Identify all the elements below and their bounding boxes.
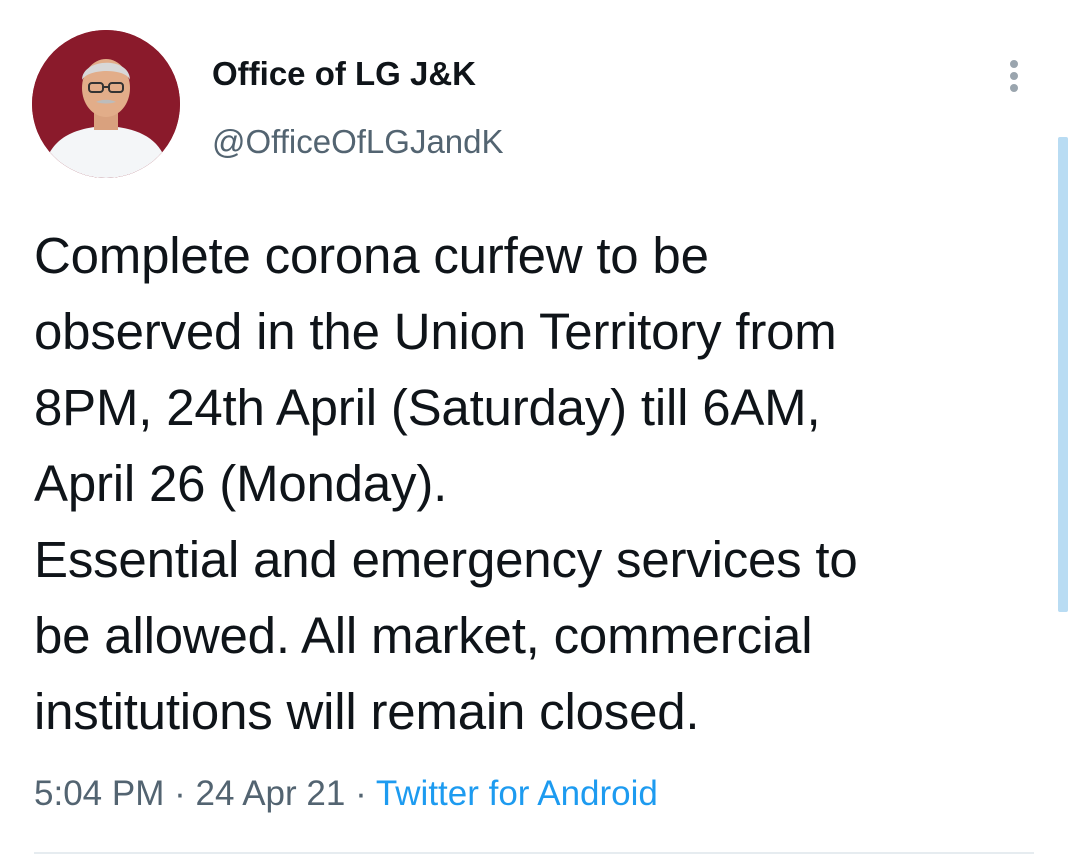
divider (34, 852, 1034, 854)
more-dot (1010, 72, 1018, 80)
author-display-name[interactable]: Office of LG J&K (212, 54, 476, 94)
scrollbar[interactable] (1058, 137, 1068, 612)
more-vertical-icon[interactable] (1000, 56, 1028, 96)
tweet-text-line: April 26 (Monday). (34, 455, 448, 512)
tweet-time[interactable]: 5:04 PM (34, 774, 164, 813)
tweet-text: Complete corona curfew to be observed in… (34, 218, 1034, 750)
author-handle[interactable]: @OfficeOfLGJandK (212, 122, 504, 162)
tweet-metadata: 5:04 PM · 24 Apr 21 · Twitter for Androi… (34, 772, 658, 816)
tweet: Office of LG J&K @OfficeOfLGJandK Comple… (0, 0, 1068, 867)
avatar-image (32, 30, 180, 178)
avatar[interactable] (32, 30, 180, 178)
tweet-text-line: Complete corona curfew to be (34, 227, 709, 284)
tweet-date[interactable]: 24 Apr 21 (195, 774, 345, 813)
meta-separator: · (355, 774, 367, 813)
tweet-text-line: be allowed. All market, commercial (34, 607, 813, 664)
meta-separator: · (174, 774, 186, 813)
more-dot (1010, 84, 1018, 92)
more-dot (1010, 60, 1018, 68)
tweet-text-line: Essential and emergency services to (34, 531, 858, 588)
tweet-source-link[interactable]: Twitter for Android (376, 774, 658, 813)
tweet-text-line: 8PM, 24th April (Saturday) till 6AM, (34, 379, 821, 436)
tweet-text-line: observed in the Union Territory from (34, 303, 837, 360)
tweet-text-line: institutions will remain closed. (34, 683, 700, 740)
